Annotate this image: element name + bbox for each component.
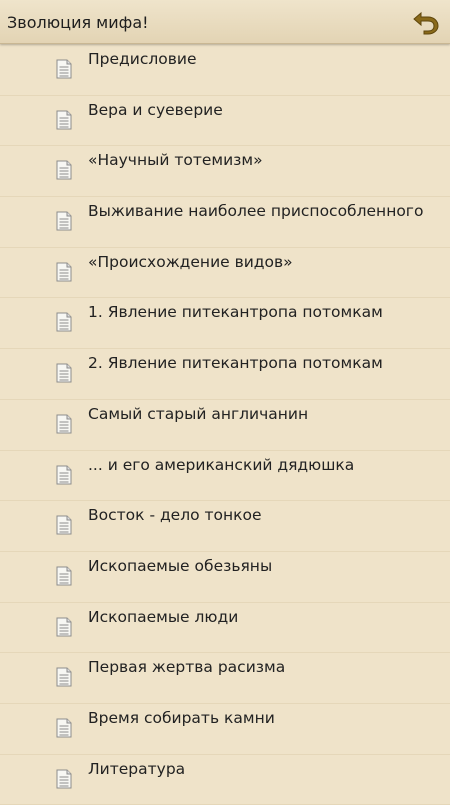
list-item[interactable]: Вера и суеверие — [0, 96, 450, 147]
document-icon — [56, 59, 72, 79]
list-item[interactable]: Первая жертва расизма — [0, 653, 450, 704]
list-item[interactable]: Ископаемые обезьяны — [0, 552, 450, 603]
list-item[interactable]: Самый старый англичанин — [0, 400, 450, 451]
list-item-label: Время собирать камни — [88, 708, 275, 727]
list-item-label: Ископаемые обезьяны — [88, 556, 273, 575]
list-item[interactable]: «Происхождение видов» — [0, 248, 450, 299]
list-item[interactable]: Выживание наиболее приспособленного — [0, 197, 450, 248]
document-icon — [56, 465, 72, 485]
document-icon — [56, 312, 72, 332]
list-item-label: Первая жертва расизма — [88, 658, 286, 677]
back-arrow-icon — [413, 11, 439, 35]
list-item-label: Выживание наиболее приспособленного — [88, 202, 424, 221]
list-item-label: ... и его американский дядюшка — [88, 455, 355, 474]
document-icon — [56, 160, 72, 180]
list-item[interactable]: Ископаемые люди — [0, 603, 450, 654]
document-icon — [56, 414, 72, 434]
list-item-label: Восток - дело тонкое — [88, 506, 262, 525]
list-item[interactable]: 2. Явление питекантропа потомкам — [0, 349, 450, 400]
page-title: Зволюция мифа! — [7, 13, 149, 32]
list-item[interactable]: 1. Явление питекантропа потомкам — [0, 298, 450, 350]
list-item[interactable]: «Научный тотемизм» — [0, 146, 450, 198]
list-item-label: Литература — [88, 759, 186, 778]
list-item-label: 1. Явление питекантропа потомкам — [88, 303, 383, 322]
list-item[interactable]: Предисловие — [0, 45, 450, 96]
list-item-label: 2. Явление питекантропа потомкам — [88, 354, 383, 373]
list-item[interactable]: Время собирать камни — [0, 704, 450, 755]
list-item-label: «Научный тотемизм» — [88, 151, 263, 170]
document-icon — [56, 769, 72, 789]
document-icon — [56, 363, 72, 383]
chapter-list: Предисловие Вера и суеверие «Научный тотем… — [0, 45, 450, 805]
list-item-label: Предисловие — [88, 50, 197, 68]
list-item[interactable]: ... и его американский дядюшка — [0, 451, 450, 502]
document-icon — [56, 718, 72, 738]
list-item-label: «Происхождение видов» — [88, 252, 293, 271]
document-icon — [56, 262, 72, 282]
document-icon — [56, 110, 72, 130]
list-item-label: Самый старый англичанин — [88, 404, 309, 423]
document-icon — [56, 515, 72, 535]
document-icon — [56, 617, 72, 637]
back-button[interactable] — [410, 6, 442, 38]
document-icon — [56, 211, 72, 231]
action-bar: Зволюция мифа! — [0, 0, 450, 44]
list-item-label: Ископаемые люди — [88, 607, 239, 626]
list-item[interactable]: Литература — [0, 755, 450, 805]
document-icon — [56, 667, 72, 687]
document-icon — [56, 566, 72, 586]
list-item[interactable]: Восток - дело тонкое — [0, 501, 450, 552]
list-item-label: Вера и суеверие — [88, 100, 223, 119]
